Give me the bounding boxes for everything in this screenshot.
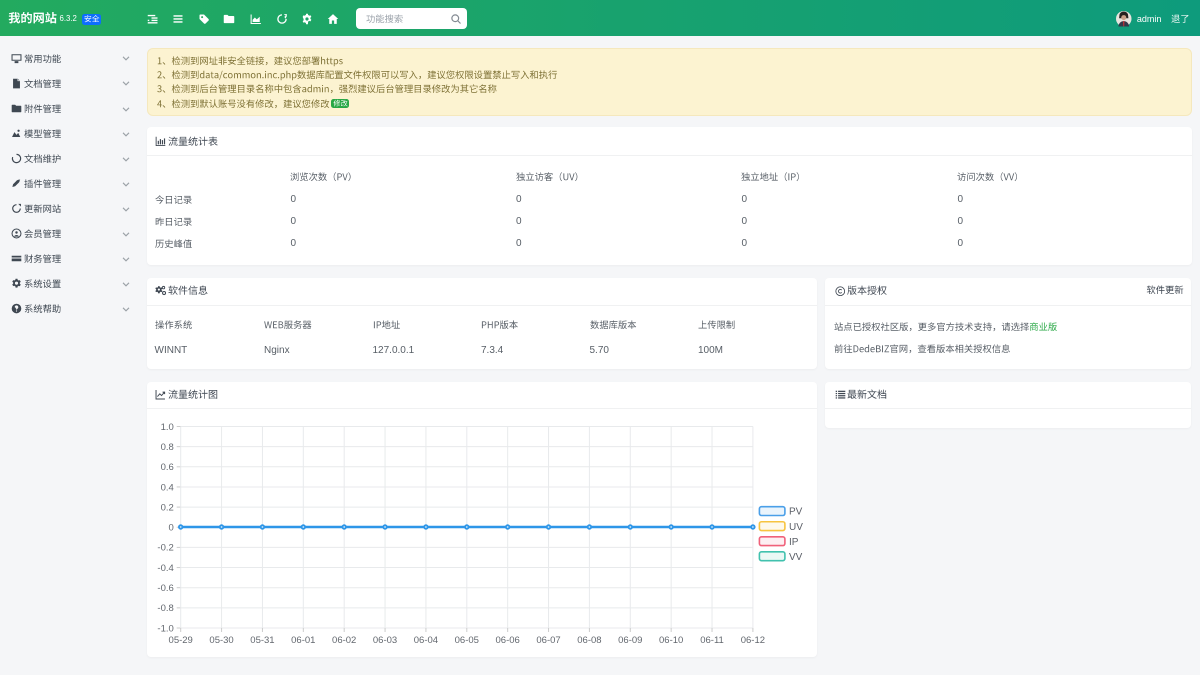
svg-text:06-08: 06-08 xyxy=(577,635,601,646)
svg-text:06-03: 06-03 xyxy=(372,635,396,646)
svg-text:0.8: 0.8 xyxy=(160,442,173,453)
svg-text:IP: IP xyxy=(789,537,799,548)
svg-text:-0.6: -0.6 xyxy=(157,583,173,594)
svg-text:0.2: 0.2 xyxy=(160,502,173,513)
svg-text:05-29: 05-29 xyxy=(168,635,192,646)
svg-text:06-11: 06-11 xyxy=(700,635,724,646)
svg-text:06-06: 06-06 xyxy=(495,635,519,646)
svg-text:05-30: 05-30 xyxy=(209,635,233,646)
svg-text:-0.2: -0.2 xyxy=(157,543,173,554)
svg-text:-1.0: -1.0 xyxy=(157,623,173,634)
svg-text:PV: PV xyxy=(789,507,803,518)
svg-text:06-05: 06-05 xyxy=(454,635,478,646)
svg-text:-0.8: -0.8 xyxy=(157,603,173,614)
svg-text:1.0: 1.0 xyxy=(160,422,173,433)
svg-text:06-02: 06-02 xyxy=(332,635,356,646)
svg-text:06-01: 06-01 xyxy=(291,635,315,646)
svg-text:06-12: 06-12 xyxy=(740,635,764,646)
svg-text:06-07: 06-07 xyxy=(536,635,560,646)
svg-text:0.6: 0.6 xyxy=(160,462,173,473)
svg-text:-0.4: -0.4 xyxy=(157,563,173,574)
svg-text:05-31: 05-31 xyxy=(250,635,274,646)
svg-text:06-10: 06-10 xyxy=(659,635,683,646)
svg-text:VV: VV xyxy=(789,552,803,563)
svg-text:0.4: 0.4 xyxy=(160,482,173,493)
svg-text:UV: UV xyxy=(789,522,803,533)
svg-text:0: 0 xyxy=(168,523,173,534)
svg-text:06-04: 06-04 xyxy=(413,635,437,646)
svg-text:06-09: 06-09 xyxy=(618,635,642,646)
